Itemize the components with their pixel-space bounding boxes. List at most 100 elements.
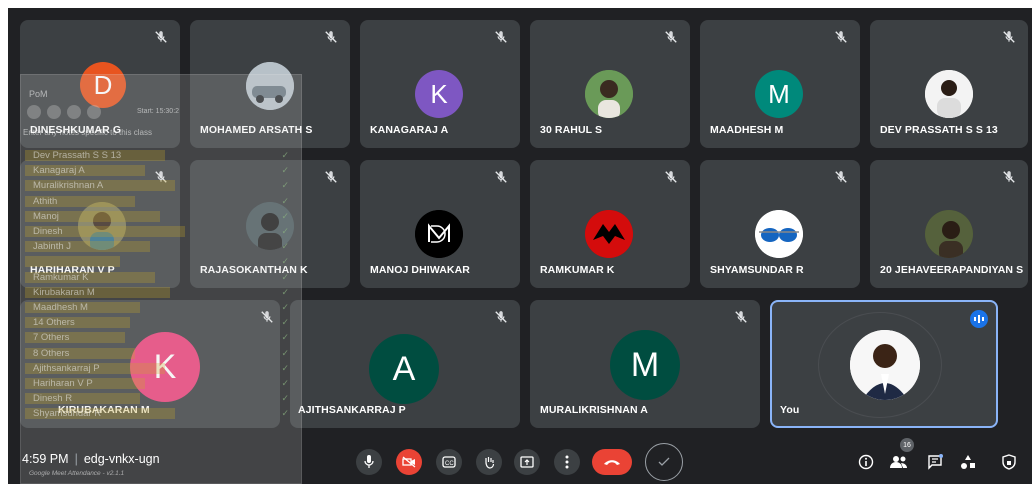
participant-tile-ramkumar[interactable]: RAMKUMAR K bbox=[530, 160, 690, 288]
participant-tile-kanagaraj[interactable]: K KANAGARAJ A bbox=[360, 20, 520, 148]
self-avatar bbox=[850, 330, 920, 400]
call-end-icon bbox=[604, 460, 620, 465]
attendance-name: Dinesh bbox=[33, 226, 63, 237]
check-icon: ✓ bbox=[281, 378, 289, 388]
participant-name: MURALIKRISHNAN A bbox=[540, 404, 648, 416]
mic-off-icon bbox=[1002, 170, 1016, 184]
person-photo-icon bbox=[585, 70, 633, 118]
participant-tile-maadhesh[interactable]: M MAADHESH M bbox=[700, 20, 860, 148]
settings-icon[interactable] bbox=[67, 105, 81, 119]
extension-title: PoM bbox=[29, 89, 48, 99]
check-icon: ✓ bbox=[281, 408, 289, 419]
participant-tile-rahul[interactable]: 30 RAHUL S bbox=[530, 20, 690, 148]
check-icon: ✓ bbox=[281, 256, 289, 267]
attendance-row: Muralikrishnan A ✓ bbox=[23, 179, 295, 192]
pause-icon[interactable] bbox=[27, 105, 41, 119]
sunglasses-photo-icon bbox=[755, 210, 803, 258]
attendance-row: Kirubakaran M ✓ bbox=[23, 286, 295, 299]
attendance-name: 7 Others bbox=[33, 332, 70, 344]
attendance-row: Ramkumar K ✓ bbox=[23, 271, 295, 284]
participant-name: DEV PRASSATH S S 13 bbox=[880, 124, 998, 136]
participant-tile-jehaveera[interactable]: 20 JEHAVEERAPANDIYAN S bbox=[870, 160, 1028, 288]
participant-name: MANOJ DHIWAKAR bbox=[370, 264, 470, 276]
check-icon bbox=[658, 457, 670, 466]
check-icon: ✓ bbox=[281, 347, 289, 358]
meeting-time: 4:59 PM bbox=[22, 452, 69, 466]
attendance-name: Athith bbox=[33, 195, 58, 207]
participant-tile-shyamsundar[interactable]: SHYAMSUNDAR R bbox=[700, 160, 860, 288]
attendance-row: Dinesh ✓ bbox=[23, 225, 295, 238]
attendance-row: Dinesh R ✓ bbox=[23, 392, 295, 405]
extension-toolbar: Start: 15:30:2 bbox=[27, 105, 179, 119]
mic-off-icon bbox=[664, 170, 678, 184]
attendance-name: Jabinth J bbox=[33, 241, 72, 253]
closed-captions-icon: CC bbox=[442, 456, 456, 468]
extension-start-time: Start: 15:30:2 bbox=[137, 108, 180, 115]
meeting-stage: D DINESHKUMAR G MOHAMED ARSATH S K KANAG… bbox=[8, 8, 1032, 484]
avatar: M bbox=[610, 330, 680, 400]
check-icon: ✓ bbox=[281, 165, 289, 176]
attendance-name: Kirubakaran M bbox=[33, 286, 95, 298]
activities-button[interactable] bbox=[957, 451, 979, 473]
chat-icon bbox=[928, 454, 943, 470]
avatar: K bbox=[415, 70, 463, 118]
mic-off-icon bbox=[834, 170, 848, 184]
attendance-name: Shyamsundar R bbox=[33, 408, 102, 420]
participant-tile-ajithsankarraj[interactable]: A AJITHSANKARRAJ P bbox=[290, 300, 520, 428]
avatar bbox=[925, 70, 973, 118]
meeting-details-button[interactable] bbox=[855, 451, 877, 473]
self-tile[interactable]: You bbox=[770, 300, 998, 428]
more-options-button[interactable] bbox=[554, 449, 580, 475]
refresh-icon[interactable] bbox=[47, 105, 61, 119]
check-icon: ✓ bbox=[281, 332, 289, 343]
mic-off-icon bbox=[324, 170, 338, 184]
mic-off-icon bbox=[324, 30, 338, 44]
attendance-row: 7 Others ✓ bbox=[23, 331, 295, 344]
participant-count-badge: 16 bbox=[900, 438, 914, 452]
attendance-row: Manoj ✓ bbox=[23, 210, 295, 223]
svg-text:CC: CC bbox=[445, 461, 454, 467]
check-icon: ✓ bbox=[281, 150, 289, 160]
leave-call-button[interactable] bbox=[592, 449, 632, 475]
mic-off-icon bbox=[154, 30, 168, 44]
mic-button[interactable] bbox=[356, 449, 382, 475]
red-bat-logo-icon bbox=[585, 210, 633, 258]
person-photo-icon bbox=[925, 70, 973, 118]
attendance-row: Dev Prassath S S 13 ✓ bbox=[23, 149, 295, 162]
check-icon: ✓ bbox=[281, 271, 289, 282]
info-icon bbox=[858, 454, 874, 470]
attendance-name: Ramkumar K bbox=[33, 271, 89, 283]
present-button[interactable] bbox=[514, 449, 540, 475]
attendance-row: Kanagaraj A ✓ bbox=[23, 164, 295, 177]
close-icon[interactable] bbox=[87, 105, 101, 119]
check-icon: ✓ bbox=[281, 226, 289, 236]
chat-button[interactable] bbox=[924, 451, 946, 473]
participant-tile-muralikrishnan[interactable]: M MURALIKRISHNAN A bbox=[530, 300, 760, 428]
participant-name: You bbox=[780, 404, 800, 416]
participant-tile-manoj[interactable]: MANOJ DHIWAKAR bbox=[360, 160, 520, 288]
raise-hand-button[interactable] bbox=[476, 449, 502, 475]
notes-field[interactable]: Enter any notes specific to this class bbox=[21, 128, 303, 137]
participant-name: 30 RAHUL S bbox=[540, 124, 603, 136]
people-button[interactable] bbox=[888, 451, 910, 473]
check-icon: ✓ bbox=[281, 302, 289, 312]
attendance-name: Maadhesh M bbox=[33, 302, 88, 313]
mic-off-icon bbox=[734, 310, 748, 324]
attendance-name: Manoj bbox=[33, 210, 59, 222]
participant-name: SHYAMSUNDAR R bbox=[710, 264, 804, 276]
camera-button[interactable] bbox=[396, 449, 422, 475]
attendance-row: ✓ bbox=[23, 255, 295, 268]
host-controls-button[interactable] bbox=[998, 451, 1020, 473]
attendance-row: Hariharan V P ✓ bbox=[23, 377, 295, 390]
mic-off-icon bbox=[494, 30, 508, 44]
attendance-bar bbox=[25, 256, 120, 268]
mic-icon bbox=[364, 455, 374, 468]
participant-tile-devprassath[interactable]: DEV PRASSATH S S 13 bbox=[870, 20, 1028, 148]
mic-off-icon bbox=[664, 30, 678, 44]
check-icon: ✓ bbox=[281, 362, 289, 373]
attendance-row: Jabinth J ✓ bbox=[23, 240, 295, 253]
attendance-check-button[interactable] bbox=[645, 443, 683, 481]
attendance-extension-panel[interactable]: PoM Start: 15:30:2 Enter any notes speci… bbox=[20, 74, 302, 484]
mic-off-icon bbox=[494, 170, 508, 184]
captions-button[interactable]: CC bbox=[436, 449, 462, 475]
